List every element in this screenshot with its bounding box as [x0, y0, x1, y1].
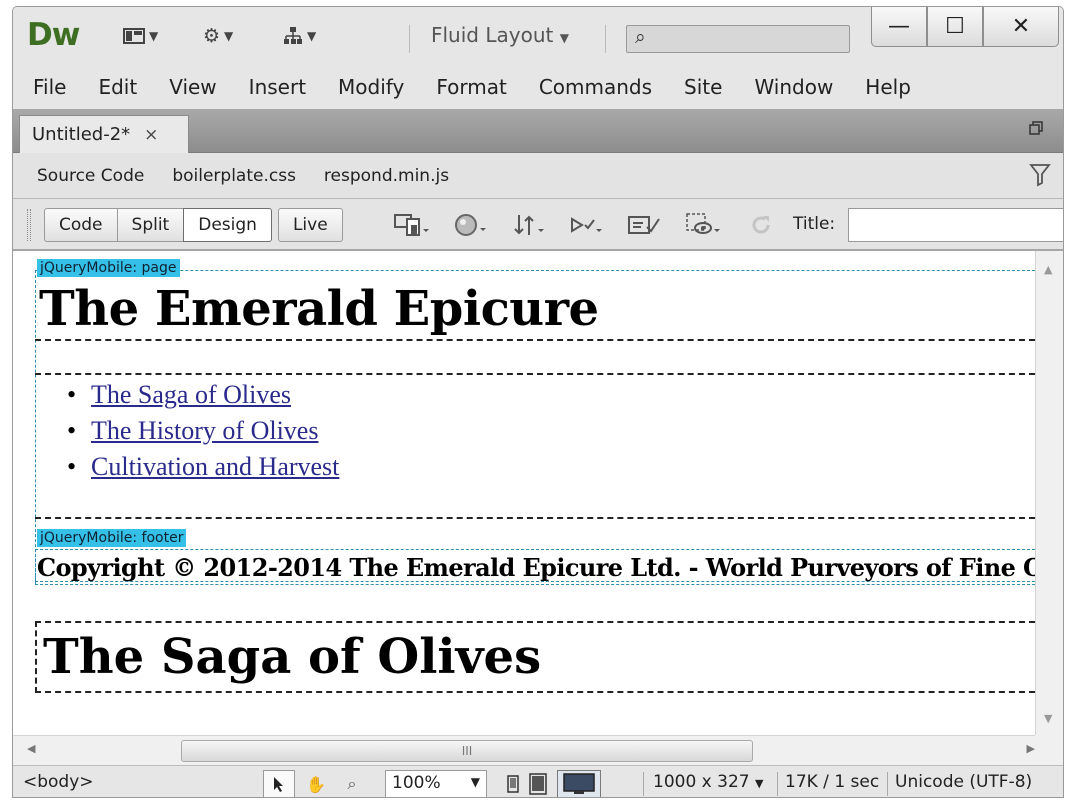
toolbar-separator	[605, 25, 606, 53]
tab-close-icon[interactable]: ×	[144, 125, 158, 145]
select-tool-icon[interactable]	[263, 770, 295, 797]
scroll-up-icon[interactable]: ▲	[1044, 263, 1052, 276]
nav-list: The Saga of Olives The History of Olives…	[67, 377, 339, 485]
chevron-down-icon: ▼	[470, 775, 480, 789]
status-tools: ✋ ⌕	[263, 770, 367, 797]
live-view-button[interactable]: Live	[277, 208, 343, 242]
refresh-icon[interactable]	[739, 209, 783, 241]
menu-view[interactable]: View	[153, 75, 232, 99]
device-size-buttons	[507, 770, 601, 797]
layout-mode-dropdown[interactable]: Fluid Layout ▼	[431, 23, 569, 47]
split-view-button[interactable]: Split	[116, 208, 185, 242]
menu-help[interactable]: Help	[849, 75, 927, 99]
status-separator	[777, 772, 778, 796]
related-file-js[interactable]: respond.min.js	[324, 166, 449, 186]
download-size: 17K / 1 sec	[785, 772, 880, 792]
check-browser-icon[interactable]	[623, 209, 667, 241]
nav-link-cultivation[interactable]: Cultivation and Harvest	[67, 449, 339, 485]
nav-divider-bottom	[35, 517, 1035, 519]
desktop-size-icon[interactable]	[557, 770, 601, 797]
gear-icon[interactable]: ⚙ ▼	[203, 23, 233, 49]
minimize-button[interactable]: —	[871, 7, 927, 47]
window-controls: — ☐ ✕	[871, 7, 1059, 47]
menu-file[interactable]: File	[13, 75, 82, 99]
section-heading[interactable]: The Saga of Olives	[43, 629, 541, 685]
footer-copyright[interactable]: Copyright © 2012-2014 The Emerald Epicur…	[37, 553, 1035, 582]
related-files-bar: Source Code boilerplate.css respond.min.…	[13, 153, 1063, 199]
code-view-button[interactable]: Code	[44, 208, 118, 242]
zoom-tool-icon[interactable]: ⌕	[337, 770, 367, 797]
zoom-select[interactable]: 100% ▼	[385, 770, 487, 797]
menu-window[interactable]: Window	[738, 75, 849, 99]
view-buttons: Code Split Design Live	[44, 208, 343, 242]
mobile-size-icon[interactable]	[507, 775, 519, 793]
status-separator	[887, 772, 888, 796]
w3c-validation-icon[interactable]	[565, 209, 609, 241]
status-bar: <body> ✋ ⌕ 100% ▼ 1000 x 327 ▼ 17K / 1 se…	[13, 765, 1063, 797]
horizontal-scroll-thumb[interactable]: III	[181, 740, 753, 762]
menu-insert[interactable]: Insert	[233, 75, 322, 99]
hand-tool-icon[interactable]: ✋	[301, 770, 331, 797]
encoding-indicator: Unicode (UTF-8)	[895, 772, 1033, 792]
restore-panel-icon[interactable]	[1029, 119, 1043, 140]
nav-link-history[interactable]: The History of Olives	[67, 413, 339, 449]
sitemap-icon[interactable]: ▼	[283, 23, 316, 49]
close-button[interactable]: ✕	[983, 7, 1059, 47]
maximize-button[interactable]: ☐	[927, 7, 983, 47]
header-divider	[35, 339, 1035, 341]
layout-icon[interactable]: ▼	[123, 23, 158, 49]
document-toolbar: Code Split Design Live Title:	[13, 199, 1063, 251]
toolbar-grip[interactable]	[27, 209, 31, 241]
document-tab-bar: Untitled-2* ×	[13, 109, 1063, 153]
status-separator	[643, 772, 644, 796]
search-icon: ⌕	[635, 26, 646, 48]
menu-edit[interactable]: Edit	[82, 75, 153, 99]
design-view-canvas: jQueryMobile: page The Emerald Epicure T…	[13, 251, 1035, 735]
menu-commands[interactable]: Commands	[523, 75, 668, 99]
title-input[interactable]	[848, 208, 1063, 242]
related-file-css[interactable]: boilerplate.css	[172, 166, 296, 186]
app-logo: Dw	[27, 17, 80, 53]
tag-selector[interactable]: <body>	[23, 772, 94, 792]
menu-modify[interactable]: Modify	[322, 75, 420, 99]
toolbar-separator	[409, 25, 410, 53]
document-tab-title: Untitled-2*	[32, 124, 131, 145]
scroll-down-icon[interactable]: ▼	[1044, 712, 1052, 725]
scroll-corner	[1035, 735, 1063, 765]
filter-icon[interactable]	[1029, 163, 1051, 192]
related-file-source[interactable]: Source Code	[37, 166, 144, 186]
visual-aids-icon[interactable]	[681, 209, 725, 241]
menu-format[interactable]: Format	[420, 75, 522, 99]
nav-link-saga[interactable]: The Saga of Olives	[67, 377, 339, 413]
scroll-left-icon[interactable]: ◀	[27, 742, 35, 755]
dreamweaver-window: Dw ▼ ⚙ ▼ ▼ Fluid Layout ▼ ⌕ — ☐ ✕ File Ed…	[12, 6, 1064, 798]
window-size-select[interactable]: 1000 x 327 ▼	[653, 772, 763, 792]
jqm-page-label[interactable]: jQueryMobile: page	[37, 259, 180, 277]
multiscreen-icon[interactable]	[391, 209, 435, 241]
design-view-button[interactable]: Design	[183, 208, 272, 242]
title-bar: Dw ▼ ⚙ ▼ ▼ Fluid Layout ▼ ⌕ — ☐ ✕	[13, 7, 1063, 65]
nav-divider-top	[35, 373, 1035, 375]
menu-bar: File Edit View Insert Modify Format Comm…	[13, 65, 1063, 109]
preview-browser-icon[interactable]	[449, 209, 493, 241]
horizontal-scrollbar[interactable]: ◀ III ▶	[13, 735, 1035, 765]
document-tab[interactable]: Untitled-2* ×	[19, 115, 189, 153]
vertical-scrollbar[interactable]: ▲ ▼	[1035, 251, 1063, 735]
document-tools	[391, 209, 783, 241]
title-label: Title:	[793, 214, 836, 234]
file-management-icon[interactable]	[507, 209, 551, 241]
page-heading[interactable]: The Emerald Epicure	[39, 281, 599, 337]
tablet-size-icon[interactable]	[529, 773, 547, 795]
search-input[interactable]: ⌕	[626, 25, 850, 53]
menu-site[interactable]: Site	[668, 75, 738, 99]
scroll-right-icon[interactable]: ▶	[1027, 742, 1035, 755]
jqm-footer-label[interactable]: jQueryMobile: footer	[37, 529, 187, 547]
